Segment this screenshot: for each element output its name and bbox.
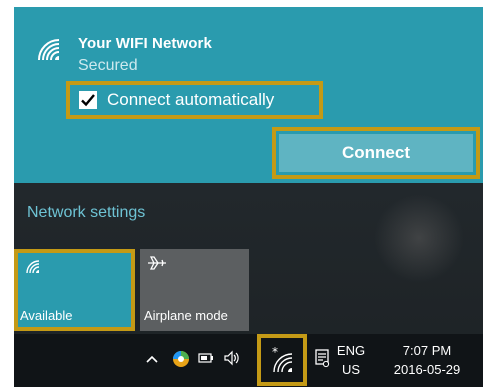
connect-button-label: Connect [279,134,473,172]
network-ssid: Your WIFI Network [78,35,212,52]
tile-airplane-mode[interactable]: Airplane mode [140,249,249,331]
tile-label: Airplane mode [144,308,228,323]
battery-icon[interactable] [198,352,214,364]
clock-time: 7:07 PM [402,343,452,358]
chevron-up-icon[interactable] [145,354,159,364]
tile-label: Available [20,308,73,323]
wifi-icon: * [272,346,293,373]
airplane-icon [148,256,166,270]
clock-date: 2016-05-29 [393,362,461,377]
svg-text:*: * [272,346,278,359]
background-blur [374,193,464,283]
taskbar-clock[interactable]: 7:07 PM 2016-05-29 [387,341,467,379]
wifi-tray-button[interactable]: * [257,334,307,386]
wifi-icon [26,260,40,274]
language-region: US [341,362,361,377]
volume-icon[interactable] [223,350,241,366]
screen: Your WIFI Network Secured Connect automa… [0,0,491,387]
connect-automatically-label: Connect automatically [107,90,275,109]
checkbox-box[interactable] [79,91,97,109]
network-security-status: Secured [78,57,138,74]
taskbar: * ENG US 7:07 PM 2016-05-29 [14,334,483,387]
connect-automatically-checkbox[interactable]: Connect automatically [66,81,323,119]
connect-button[interactable]: Connect [272,127,480,179]
notifications-icon[interactable] [314,348,330,368]
colorful-app-icon[interactable] [171,349,191,369]
wifi-icon [38,39,60,61]
language-code: ENG [336,343,366,358]
network-settings-link[interactable]: Network settings [27,204,145,222]
tile-wifi-available[interactable]: Available [14,249,135,331]
network-flyout: Your WIFI Network Secured Connect automa… [14,7,483,183]
checkmark-icon [81,94,95,107]
input-language-indicator[interactable]: ENG US [336,341,366,379]
